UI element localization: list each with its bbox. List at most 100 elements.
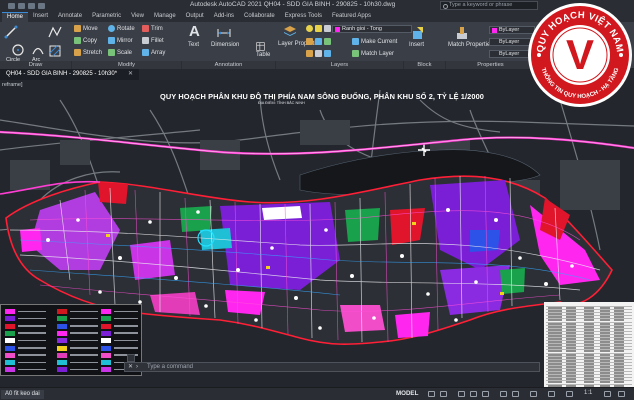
layer-freeze-icon[interactable] <box>315 25 322 32</box>
legend-entry-line <box>70 332 98 334</box>
modify-panel-title[interactable]: Modify <box>72 61 182 69</box>
close-tab-icon[interactable]: ✕ <box>128 69 133 80</box>
legend-entry-line <box>70 354 98 356</box>
layer-isolate-icon[interactable] <box>306 38 313 45</box>
workspace-icon[interactable] <box>604 391 611 397</box>
tab-featured-apps[interactable]: Featured Apps <box>327 12 376 22</box>
layer-previous-icon[interactable] <box>306 50 313 57</box>
annotation-scale-value[interactable]: 1:1 <box>584 390 592 396</box>
legend-entry-line <box>70 368 98 371</box>
tab-insert[interactable]: Insert <box>28 12 53 22</box>
layer-lock-icon[interactable] <box>324 25 331 32</box>
drawing-canvas[interactable]: reframe] QUY HOẠCH PHÂN KHU ĐÔ THỊ PHÍA … <box>0 80 634 387</box>
trim-button[interactable]: Trim <box>142 25 163 32</box>
layer-on-icon[interactable] <box>306 25 313 32</box>
save-icon[interactable] <box>28 3 35 9</box>
annotation-panel-title[interactable]: Annotation <box>182 61 276 69</box>
tab-view[interactable]: View <box>126 12 149 22</box>
insert-button[interactable]: Insert <box>409 42 424 48</box>
match-properties-button[interactable]: Match Properties <box>448 42 493 49</box>
app-title: Autodesk AutoCAD 2021 QH04 - SDD GIA BIN… <box>190 1 396 8</box>
selection-cycling-icon[interactable] <box>530 391 537 397</box>
document-tab[interactable]: QH04 - SDD GIA BINH - 290825 - 10h30* ✕ <box>0 69 140 80</box>
search-input[interactable]: Type a keyword or phrase <box>440 1 538 10</box>
zone-white-block <box>262 206 302 220</box>
properties-panel-title[interactable]: Properties <box>446 61 536 69</box>
tab-collaborate[interactable]: Collaborate <box>239 12 280 22</box>
text-button[interactable]: Text <box>188 42 199 48</box>
match-layer-button[interactable]: Match Layer <box>352 50 394 57</box>
annotation-visibility-icon[interactable] <box>548 391 555 397</box>
scale-button[interactable]: Scale <box>108 49 132 56</box>
mirror-button[interactable]: Mirror <box>108 37 133 44</box>
table-icon[interactable] <box>256 42 265 51</box>
grid-icon[interactable] <box>428 391 435 397</box>
close-command-line-icon[interactable]: ✕ <box>128 363 133 371</box>
array-label: Array <box>151 49 166 56</box>
open-file-icon[interactable] <box>18 3 25 9</box>
tab-express-tools[interactable]: Express Tools <box>280 12 327 22</box>
stretch-button[interactable]: Stretch <box>74 49 102 56</box>
layers-panel-title[interactable]: Layers <box>276 61 404 69</box>
copy-button[interactable]: Copy <box>74 37 97 44</box>
osnap-icon[interactable] <box>482 391 489 397</box>
array-button[interactable]: Array <box>142 49 165 56</box>
ortho-icon[interactable] <box>458 391 465 397</box>
layout-tab[interactable]: A0 fit keo dai <box>1 390 44 399</box>
lineweight-display-icon[interactable] <box>512 391 519 397</box>
layer-properties-icon[interactable] <box>283 25 297 39</box>
line-icon[interactable] <box>4 25 18 39</box>
snap-icon[interactable] <box>440 391 447 397</box>
viewport-control-label[interactable]: reframe] <box>2 82 22 88</box>
text-icon[interactable]: A <box>189 23 200 40</box>
undo-icon[interactable] <box>38 3 45 9</box>
layer-unisolate-icon[interactable] <box>315 50 322 57</box>
dimension-button[interactable]: Dimension <box>211 42 239 48</box>
layer-tool-icons[interactable] <box>306 38 331 45</box>
mirror-label: Mirror <box>117 37 133 44</box>
legend-box <box>0 304 142 376</box>
polar-icon[interactable] <box>470 391 477 397</box>
move-button[interactable]: Move <box>74 25 98 32</box>
draw-panel-title[interactable]: Draw <box>0 61 72 69</box>
block-panel-title[interactable]: Block <box>404 61 446 69</box>
otrack-icon[interactable] <box>500 391 507 397</box>
tab-annotate[interactable]: Annotate <box>53 12 87 22</box>
layer-misc-icons[interactable] <box>306 50 331 57</box>
match-properties-icon[interactable] <box>455 26 469 40</box>
tab-add-ins[interactable]: Add-ins <box>209 12 239 22</box>
layer-state-icons[interactable] <box>306 25 331 32</box>
new-file-icon[interactable] <box>8 3 15 9</box>
table-cell <box>566 384 576 387</box>
legend-entry-line <box>18 361 46 364</box>
tab-home[interactable]: Home <box>2 12 29 22</box>
arc-icon[interactable] <box>31 43 45 57</box>
command-history-toggle[interactable] <box>127 354 135 362</box>
hatch-icon[interactable] <box>48 44 62 58</box>
annotation-scale-icon[interactable] <box>566 391 573 397</box>
fillet-button[interactable]: Fillet <box>142 37 164 44</box>
legend-entry-line <box>114 317 138 320</box>
tab-manage[interactable]: Manage <box>149 12 181 22</box>
layer-off-icon[interactable] <box>315 38 322 45</box>
tab-parametric[interactable]: Parametric <box>87 12 126 22</box>
table-button[interactable]: Table <box>256 52 270 58</box>
scale-icon <box>108 49 115 56</box>
layer-dropdown[interactable]: Ranh gioi - Tong <box>332 25 412 33</box>
rotate-button[interactable]: Rotate <box>108 25 135 32</box>
model-space-toggle[interactable]: MODEL <box>396 390 418 397</box>
layer-match-icon[interactable] <box>324 50 331 57</box>
tab-output[interactable]: Output <box>181 12 209 22</box>
dimension-icon[interactable] <box>217 27 231 41</box>
color-swatch <box>492 28 497 33</box>
customize-icon[interactable] <box>618 391 625 397</box>
quick-access-toolbar[interactable] <box>8 3 45 9</box>
command-input[interactable]: Type a command <box>147 364 193 370</box>
zone-pink-south <box>340 305 385 332</box>
insert-block-icon[interactable] <box>411 26 425 40</box>
make-current-button[interactable]: Make Current <box>352 38 397 45</box>
circle-icon[interactable] <box>11 43 25 57</box>
layer-walk-icon[interactable] <box>324 38 331 45</box>
polyline-icon[interactable] <box>48 25 62 39</box>
command-line[interactable]: ✕ › Type a command <box>124 354 540 372</box>
